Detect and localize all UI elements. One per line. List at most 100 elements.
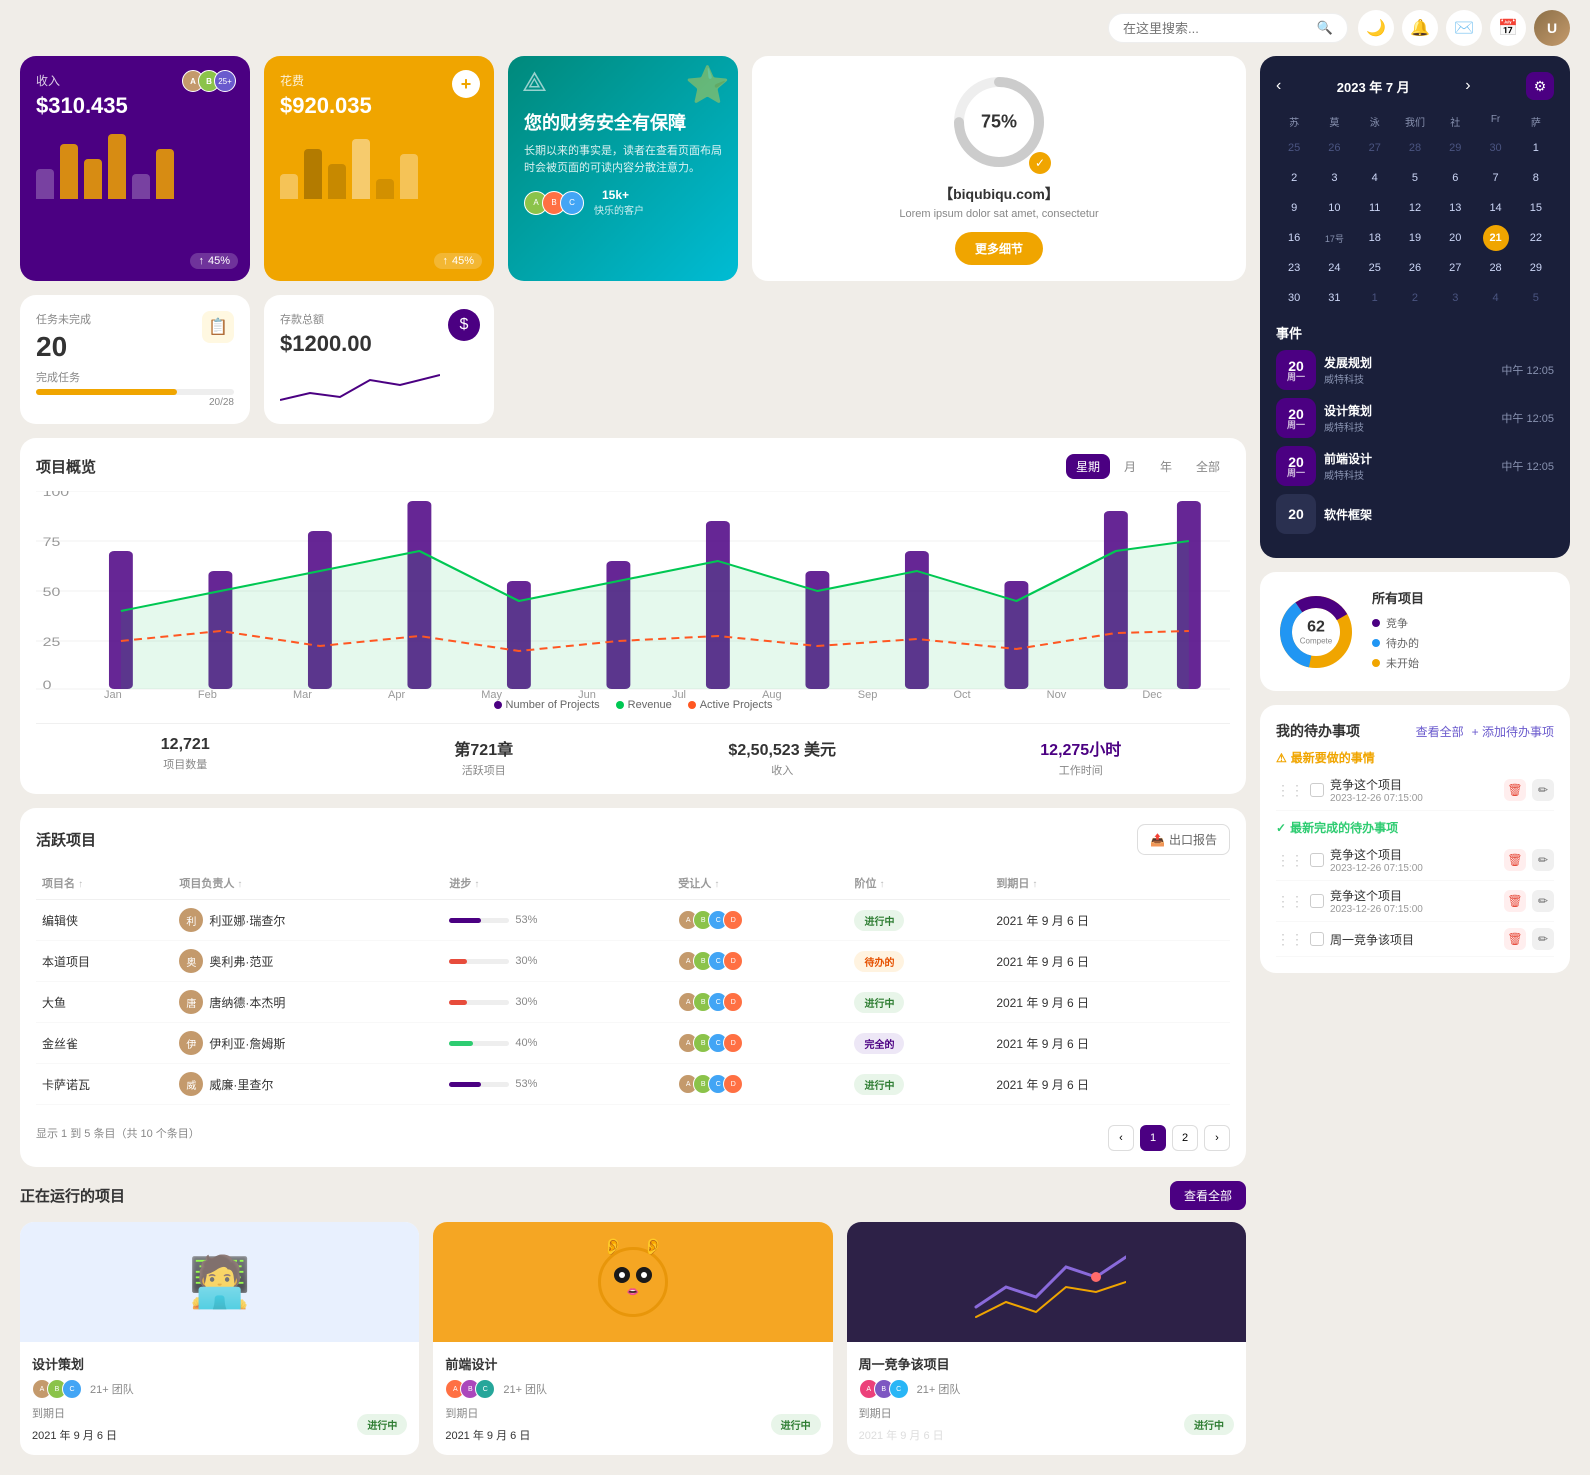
todo-actions[interactable]: 查看全部 + 添加待办事项: [1416, 723, 1554, 740]
tab-year[interactable]: 年: [1150, 454, 1182, 479]
cal-day-24[interactable]: 24: [1321, 255, 1347, 281]
cal-day-2-next[interactable]: 2: [1402, 285, 1428, 311]
cal-day-20[interactable]: 20: [1442, 225, 1468, 251]
table-row-4: 金丝雀 伊 伊利亚·詹姆斯 40% A B C D 完全的: [36, 1023, 1230, 1064]
cal-day-28-prev[interactable]: 28: [1402, 135, 1428, 161]
next-page-button[interactable]: ›: [1204, 1125, 1230, 1151]
cal-next-button[interactable]: ›: [1465, 77, 1470, 95]
drag-icon-4[interactable]: ⋮⋮: [1276, 931, 1304, 948]
checkbox-3[interactable]: [1310, 894, 1324, 908]
cal-day-1-next[interactable]: 1: [1362, 285, 1388, 311]
cal-day-31[interactable]: 31: [1321, 285, 1347, 311]
detail-button[interactable]: 更多细节: [955, 232, 1043, 265]
checkbox-1[interactable]: [1310, 783, 1324, 797]
tab-all[interactable]: 全部: [1186, 454, 1230, 479]
promo-star-icon: ⭐: [685, 64, 730, 106]
edit-todo-4[interactable]: ✏: [1532, 928, 1554, 950]
donut-dot-compete: [1372, 619, 1380, 627]
cal-day-26-prev[interactable]: 26: [1321, 135, 1347, 161]
cal-day-15[interactable]: 15: [1523, 195, 1549, 221]
cal-day-26[interactable]: 26: [1402, 255, 1428, 281]
notification-button[interactable]: 🔔: [1402, 10, 1438, 46]
drag-icon-3[interactable]: ⋮⋮: [1276, 893, 1304, 910]
cell-due-2: 2021 年 9 月 6 日: [990, 941, 1230, 982]
cal-day-10[interactable]: 10: [1321, 195, 1347, 221]
running-projects-section: 正在运行的项目 查看全部 🧑‍💻 设计策划 A B: [20, 1181, 1246, 1455]
tab-month[interactable]: 月: [1114, 454, 1146, 479]
cal-day-13[interactable]: 13: [1442, 195, 1468, 221]
cal-day-23[interactable]: 23: [1281, 255, 1307, 281]
cal-day-28[interactable]: 28: [1483, 255, 1509, 281]
drag-icon-2[interactable]: ⋮⋮: [1276, 852, 1304, 869]
cal-day-1[interactable]: 1: [1523, 135, 1549, 161]
cal-day-8[interactable]: 8: [1523, 165, 1549, 191]
delete-todo-4[interactable]: 🗑: [1504, 928, 1526, 950]
calendar-settings-button[interactable]: ⚙: [1526, 72, 1554, 100]
checkbox-2[interactable]: [1310, 853, 1324, 867]
prev-page-button[interactable]: ‹: [1108, 1125, 1134, 1151]
topbar: 🔍 🌙 🔔 ✉️ 📅 U: [0, 0, 1590, 56]
cell-status-1: 进行中: [848, 900, 990, 941]
cal-day-3-next[interactable]: 3: [1442, 285, 1468, 311]
cal-day-29-prev[interactable]: 29: [1442, 135, 1468, 161]
edit-todo-2[interactable]: ✏: [1532, 849, 1554, 871]
cal-day-25[interactable]: 25: [1362, 255, 1388, 281]
edit-todo-1[interactable]: ✏: [1532, 779, 1554, 801]
cal-day-11[interactable]: 11: [1362, 195, 1388, 221]
cal-day-27-prev[interactable]: 27: [1362, 135, 1388, 161]
dark-mode-button[interactable]: 🌙: [1358, 10, 1394, 46]
cal-day-18[interactable]: 18: [1362, 225, 1388, 251]
cell-manager-1: 利 利亚娜·瑞查尔: [173, 900, 443, 941]
cal-day-6[interactable]: 6: [1442, 165, 1468, 191]
search-input[interactable]: [1123, 21, 1309, 36]
checkbox-4[interactable]: [1310, 932, 1324, 946]
cal-day-19[interactable]: 19: [1402, 225, 1428, 251]
tab-week[interactable]: 星期: [1066, 454, 1110, 479]
stat-hours-value: 12,275小时: [932, 736, 1231, 760]
exp-bar-4: [352, 139, 370, 199]
bar-2: [60, 144, 78, 199]
cal-day-4-next[interactable]: 4: [1483, 285, 1509, 311]
event-item-1: 20 周一 发展规划 威特科技 中午 12:05: [1276, 350, 1554, 390]
cal-day-12[interactable]: 12: [1402, 195, 1428, 221]
delete-todo-2[interactable]: 🗑: [1504, 849, 1526, 871]
cal-prev-button[interactable]: ‹: [1276, 77, 1281, 95]
delete-todo-1[interactable]: 🗑: [1504, 779, 1526, 801]
cal-day-30[interactable]: 30: [1281, 285, 1307, 311]
cal-day-16[interactable]: 16: [1281, 225, 1307, 251]
cal-day-27[interactable]: 27: [1442, 255, 1468, 281]
export-button[interactable]: 📤 出口报告: [1137, 824, 1230, 855]
event-item-3: 20 周一 前端设计 威特科技 中午 12:05: [1276, 446, 1554, 486]
cal-day-5[interactable]: 5: [1402, 165, 1428, 191]
view-all-todo[interactable]: 查看全部: [1416, 723, 1464, 740]
cal-day-2[interactable]: 2: [1281, 165, 1307, 191]
cal-day-5-next[interactable]: 5: [1523, 285, 1549, 311]
cal-day-17[interactable]: 17号: [1321, 225, 1347, 251]
delete-todo-3[interactable]: 🗑: [1504, 890, 1526, 912]
page-2-button[interactable]: 2: [1172, 1125, 1198, 1151]
search-box[interactable]: 🔍: [1108, 13, 1348, 43]
drag-icon-1[interactable]: ⋮⋮: [1276, 782, 1304, 799]
calendar-title: 2023 年 7 月: [1337, 77, 1410, 96]
cal-day-25-prev[interactable]: 25: [1281, 135, 1307, 161]
page-1-button[interactable]: 1: [1140, 1125, 1166, 1151]
cal-day-14[interactable]: 14: [1483, 195, 1509, 221]
cal-day-7[interactable]: 7: [1483, 165, 1509, 191]
mail-button[interactable]: ✉️: [1446, 10, 1482, 46]
cal-day-3[interactable]: 3: [1321, 165, 1347, 191]
cal-day-22[interactable]: 22: [1523, 225, 1549, 251]
add-todo[interactable]: + 添加待办事项: [1472, 723, 1554, 740]
cal-day-4[interactable]: 4: [1362, 165, 1388, 191]
cal-day-21-today[interactable]: 21: [1483, 225, 1509, 251]
cal-day-30-prev[interactable]: 30: [1483, 135, 1509, 161]
edit-todo-3[interactable]: ✏: [1532, 890, 1554, 912]
user-avatar[interactable]: U: [1534, 10, 1570, 46]
stat-revenue-value: $2,50,523 美元: [633, 736, 932, 760]
add-expense-button[interactable]: +: [452, 70, 480, 98]
circle-percent: 75%: [981, 112, 1017, 133]
cal-day-29[interactable]: 29: [1523, 255, 1549, 281]
cal-day-9[interactable]: 9: [1281, 195, 1307, 221]
cal-header-th: 社: [1437, 112, 1473, 131]
view-all-button[interactable]: 查看全部: [1170, 1181, 1246, 1210]
calendar-button[interactable]: 📅: [1490, 10, 1526, 46]
